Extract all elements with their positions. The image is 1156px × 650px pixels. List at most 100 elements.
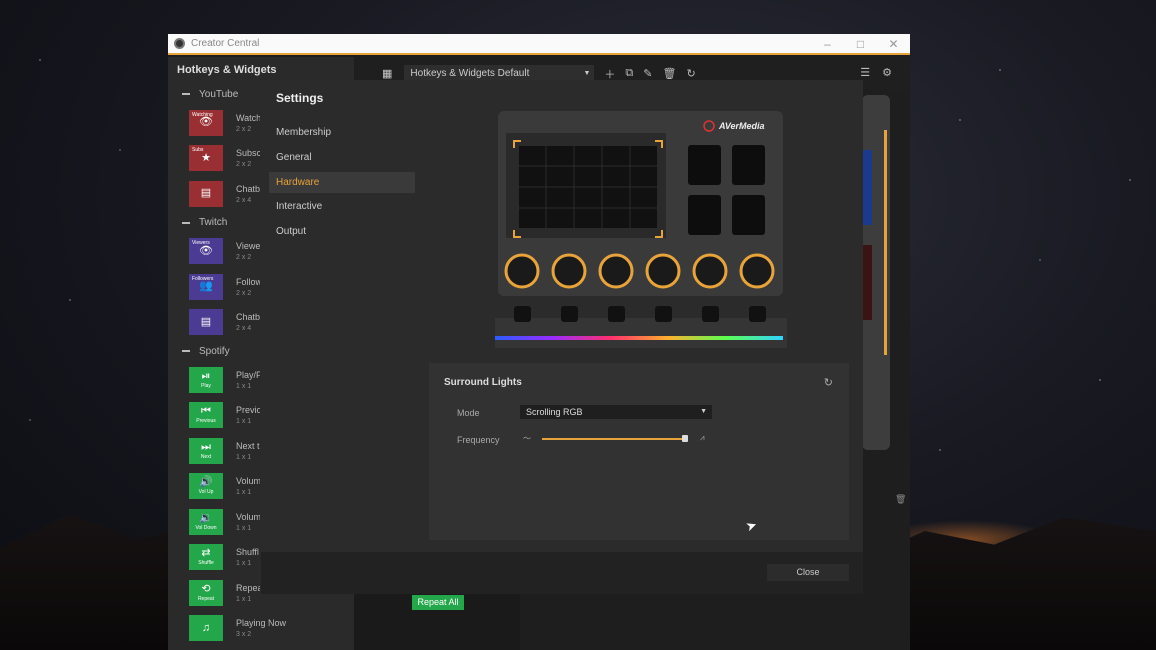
widget-icon: 👁 (199, 244, 213, 257)
edit-icon[interactable]: ✎ (643, 67, 652, 80)
widget-name: Volum (236, 476, 260, 487)
gear-icon[interactable]: ⚙ (882, 66, 892, 79)
widget-size: 2 x 2 (236, 125, 252, 133)
surround-lights-panel: Surround Lights ↻ Mode Scrolling RGB ▼ F… (429, 363, 849, 540)
minimize-button[interactable]: – (811, 37, 844, 51)
widget-tile: ⏭ Next (189, 437, 223, 464)
widget-tile-label: Previous (196, 418, 216, 425)
widget-name: Chatb (236, 312, 260, 323)
widget-icon: ⏯ (201, 369, 211, 382)
knob (692, 253, 728, 289)
widget-icon: ★ (201, 151, 211, 164)
widget-icon: 🔊 (199, 476, 213, 489)
device-key-preview (862, 245, 872, 320)
widget-icon: ⏮ (201, 405, 211, 418)
title-bar[interactable]: Creator Central – □ ✕ (168, 34, 910, 55)
widget-name: Chatb (236, 183, 260, 194)
maximize-button[interactable]: □ (844, 37, 877, 51)
widget-size: 1 x 1 (236, 560, 252, 568)
collapse-icon (182, 93, 190, 95)
frequency-slider-fill (542, 438, 685, 440)
widget-tile-label: Subs (192, 147, 204, 154)
settings-dialog: Settings Membership General Hardware Intera… (261, 80, 863, 594)
duplicate-icon[interactable]: ⧉ (625, 67, 633, 80)
close-window-button[interactable]: ✕ (877, 37, 910, 51)
widget-tile-label: Viewers (192, 240, 210, 247)
widget-icon: ♫ (201, 621, 211, 634)
widget-size: 2 x 2 (236, 289, 252, 297)
widget-icon: ▤ (200, 187, 212, 200)
frequency-label: Frequency (457, 435, 500, 445)
nav-item-hardware[interactable]: Hardware (269, 171, 415, 193)
trash-icon[interactable]: 🗑 (895, 494, 906, 505)
app-logo-icon (174, 38, 185, 49)
knob (551, 253, 587, 289)
scrollbar[interactable] (884, 130, 887, 355)
widget-name: Next tr (236, 440, 260, 451)
layout-icon[interactable]: ▦ (382, 67, 392, 80)
frequency-slider[interactable] (542, 438, 686, 440)
hardware-key (688, 145, 721, 185)
widget-name: Watch (236, 112, 260, 123)
nav-item-membership[interactable]: Membership (269, 122, 415, 143)
app-title: Creator Central (191, 38, 260, 49)
widget-tile: ▤ (189, 309, 223, 336)
dialog-footer: Close (261, 552, 863, 594)
widget-icon: ▤ (200, 315, 212, 328)
section-label: Twitch (199, 217, 228, 228)
widget-name: Viewe (236, 241, 260, 252)
hardware-key (688, 195, 721, 235)
refresh-icon[interactable]: ↻ (686, 67, 695, 80)
widget-icon: 👥 (199, 280, 213, 293)
knob (504, 253, 540, 289)
widget-tile: 👁 Viewers (189, 238, 223, 265)
widget-tile: 👥 Followers (189, 273, 223, 300)
widget-icon: 🔉 (199, 511, 213, 524)
mode-select[interactable]: Scrolling RGB ▼ (520, 405, 712, 419)
nav-item-interactive[interactable]: Interactive (269, 196, 415, 217)
widget-size: 1 x 1 (236, 453, 252, 461)
high-frequency-icon: ⩘ (700, 433, 705, 442)
knob (645, 253, 681, 289)
delete-icon[interactable]: 🗑 (662, 67, 676, 80)
widget-item[interactable]: ♫ Playing Now 3 x 2 (168, 611, 354, 647)
frequency-slider-thumb[interactable] (681, 435, 688, 442)
widget-tile: 👁 Watching (189, 109, 223, 136)
widget-tile: ⇄ Shuffle (189, 544, 223, 571)
chevron-down-icon: ▼ (700, 408, 707, 415)
widget-tile-label: Watching (192, 111, 213, 118)
collapse-icon (182, 350, 190, 352)
widget-size: 2 x 4 (236, 325, 252, 333)
widget-name: Previo (236, 405, 260, 416)
widget-icon: 👁 (199, 116, 213, 129)
widget-name: Volum (236, 511, 260, 522)
widget-name: Repea (236, 582, 260, 593)
widget-icon: ⏭ (201, 440, 211, 453)
list-settings-icon[interactable]: ☰ (860, 66, 870, 79)
reset-icon[interactable]: ↻ (824, 376, 833, 389)
widget-name: Play/P (236, 369, 260, 380)
low-frequency-icon: ～ (523, 434, 531, 443)
mode-label: Mode (457, 408, 480, 418)
widget-tile: ⏮ Previous (189, 402, 223, 429)
widget-icon: ⇄ (201, 547, 211, 560)
widget-tile: 🔉 Vol Down (189, 508, 223, 535)
close-button[interactable]: Close (767, 564, 849, 581)
nav-item-output[interactable]: Output (269, 221, 415, 242)
hardware-key (732, 145, 765, 185)
repeat-all-button[interactable]: Repeat All (412, 595, 464, 610)
device-base (495, 318, 787, 348)
widget-size: 2 x 2 (236, 254, 252, 262)
widget-size: 1 x 1 (236, 418, 252, 426)
widget-size: 1 x 1 (236, 524, 252, 532)
rgb-light-strip (495, 336, 783, 340)
section-label: Spotify (199, 345, 230, 357)
nav-item-general[interactable]: General (269, 147, 415, 168)
device-key-preview (862, 150, 872, 225)
knob (739, 253, 775, 289)
widget-tile-label: Vol Up (198, 489, 214, 496)
section-label: YouTube (199, 88, 239, 100)
widget-size: 1 x 1 (236, 382, 252, 390)
widget-tile-label: Vol Down (195, 524, 217, 531)
widget-size: 3 x 2 (236, 631, 252, 639)
